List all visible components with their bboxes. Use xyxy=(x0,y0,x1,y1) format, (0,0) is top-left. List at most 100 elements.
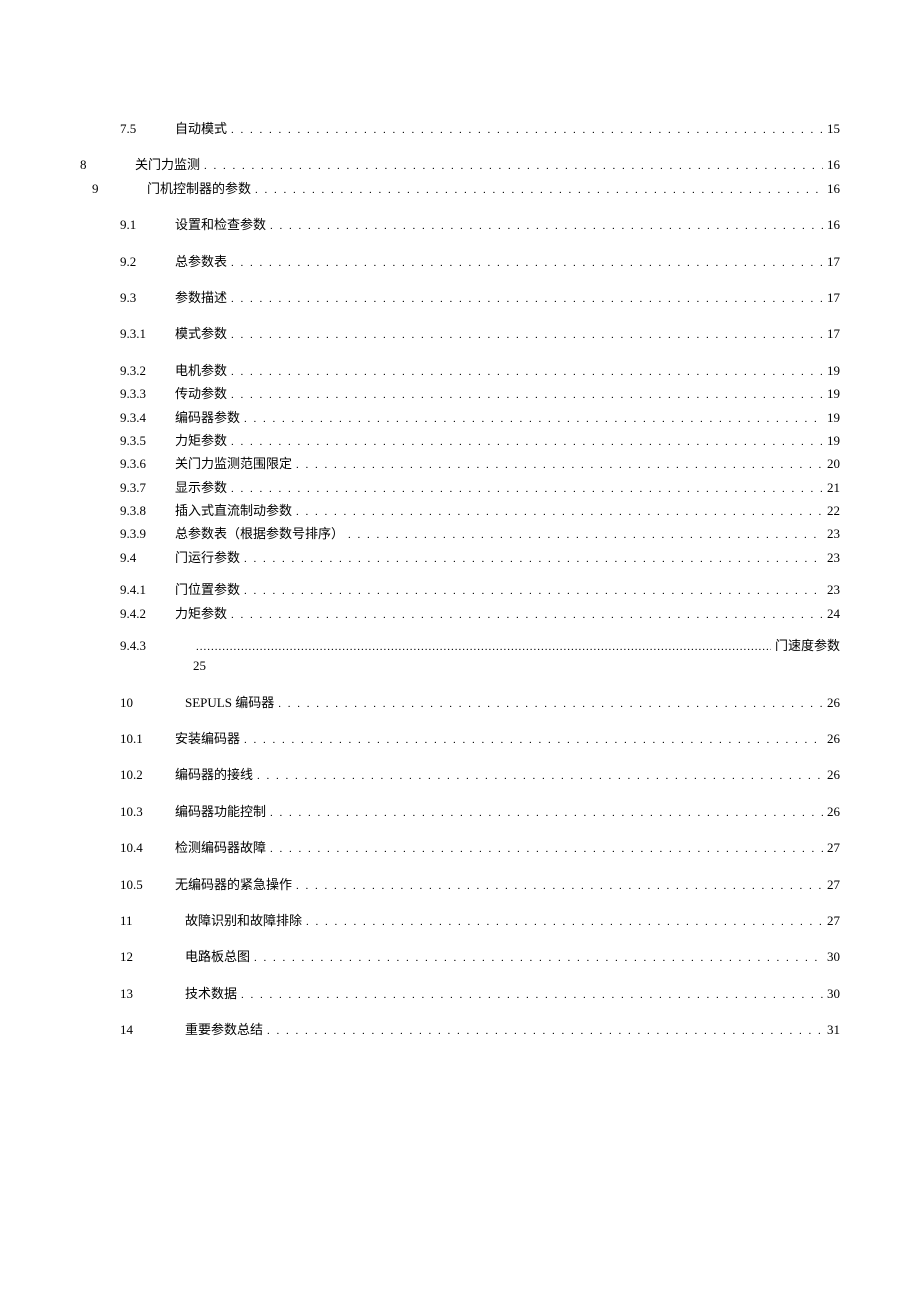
toc-leader-dots xyxy=(296,458,823,473)
toc-number: 10.3 xyxy=(120,803,175,821)
toc-number: 13 xyxy=(120,985,185,1003)
toc-entry-9.4.3: 9.4.3 门速度参数 xyxy=(80,637,840,655)
toc-title: 力矩参数 xyxy=(175,605,227,623)
toc-entry: 8关门力监测 16 xyxy=(80,156,840,174)
toc-title: 安装编码器 xyxy=(175,730,240,748)
toc-title: 显示参数 xyxy=(175,479,227,497)
toc-title: 门速度参数 xyxy=(775,637,840,655)
toc-page-number: 23 xyxy=(827,549,840,567)
toc-entry: 9.3.7显示参数 21 xyxy=(80,479,840,497)
toc-number: 9 xyxy=(92,180,147,198)
toc-page-number: 27 xyxy=(827,912,840,930)
toc-leader-dots xyxy=(267,1024,823,1039)
toc-leader-dots xyxy=(296,879,823,894)
toc-number: 8 xyxy=(80,156,135,174)
toc-entry: 9.3.6关门力监测范围限定 20 xyxy=(80,455,840,473)
toc-title: 门机控制器的参数 xyxy=(147,180,251,198)
toc-title: 总参数表（根据参数号排序） xyxy=(175,525,344,543)
toc-page-number: 17 xyxy=(827,325,840,343)
toc-entry: 14重要参数总结 31 xyxy=(80,1021,840,1039)
toc-title: 插入式直流制动参数 xyxy=(175,502,292,520)
toc-title: 关门力监测范围限定 xyxy=(175,455,292,473)
toc-number: 14 xyxy=(120,1021,185,1039)
toc-page-number: 30 xyxy=(827,985,840,1003)
toc-entry: 9.4门运行参数23 xyxy=(80,549,840,567)
toc-title: 编码器功能控制 xyxy=(175,803,266,821)
toc-entry: 9.4.1 门位置参数 23 xyxy=(80,581,840,599)
toc-number: 9.4.3 xyxy=(120,637,192,655)
toc-number: 9.4 xyxy=(120,549,175,567)
toc-page-number: 16 xyxy=(827,156,840,174)
toc-number: 9.3.6 xyxy=(120,455,175,473)
toc-entry: 9门机控制器的参数 16 xyxy=(80,180,840,198)
toc-page-number: 19 xyxy=(827,432,840,450)
toc-entry: 9.3.5力矩参数 19 xyxy=(80,432,840,450)
toc-page-number: 31 xyxy=(827,1021,840,1039)
toc-number: 9.4.1 xyxy=(120,581,175,599)
toc-entry: 9.3.4编码器参数 19 xyxy=(80,409,840,427)
toc-title: 关门力监测 xyxy=(135,156,200,174)
toc-entry: 10.3编码器功能控制26 xyxy=(80,803,840,821)
toc-entry: 7.5自动模式 15 xyxy=(80,120,840,138)
toc-entry: 12电路板总图30 xyxy=(80,948,840,966)
toc-title: 无编码器的紧急操作 xyxy=(175,876,292,894)
toc-title: 重要参数总结 xyxy=(185,1021,263,1039)
toc-title: 故障识别和故障排除 xyxy=(185,912,302,930)
toc-entry: 9.3参数描述17 xyxy=(80,289,840,307)
toc-leader-dots xyxy=(231,328,823,343)
toc-leader-dots xyxy=(254,951,823,966)
toc-title: 设置和检查参数 xyxy=(175,216,266,234)
toc-leader-dots xyxy=(278,697,823,712)
toc-number: 9.3.5 xyxy=(120,432,175,450)
toc-leader-dots xyxy=(255,183,823,198)
toc-entry: 10.2编码器的接线26 xyxy=(80,766,840,784)
toc-title: 传动参数 xyxy=(175,385,227,403)
toc-title: 检测编码器故障 xyxy=(175,839,266,857)
toc-title: 参数描述 xyxy=(175,289,227,307)
toc-page-number: 25 xyxy=(80,657,840,675)
toc-entry: 9.3.9总参数表（根据参数号排序） 23 xyxy=(80,525,840,543)
toc-entry: 9.3.8插入式直流制动参数 22 xyxy=(80,502,840,520)
toc-title: 模式参数 xyxy=(175,325,227,343)
toc-number: 9.3.3 xyxy=(120,385,175,403)
toc-leader-dots xyxy=(270,806,823,821)
toc-leader-dots xyxy=(296,505,823,520)
toc-title: 门位置参数 xyxy=(175,581,240,599)
toc-page-number: 26 xyxy=(827,766,840,784)
toc-leader-dots xyxy=(196,640,771,655)
toc-leader-dots xyxy=(306,915,823,930)
toc-page-number: 21 xyxy=(827,479,840,497)
toc-number: 7.5 xyxy=(120,120,175,138)
toc-number: 9.3.2 xyxy=(120,362,175,380)
toc-page-number: 15 xyxy=(827,120,840,138)
toc-number: 10.1 xyxy=(120,730,175,748)
toc-page-number: 24 xyxy=(827,605,840,623)
toc-leader-dots xyxy=(270,842,823,857)
toc-title: 电机参数 xyxy=(175,362,227,380)
toc-title: SEPULS 编码器 xyxy=(185,694,274,712)
toc-page-number: 30 xyxy=(827,948,840,966)
toc-leader-dots xyxy=(204,159,823,174)
toc-entry: 10.4检测编码器故障27 xyxy=(80,839,840,857)
toc-page-number: 22 xyxy=(827,502,840,520)
toc-page-number: 16 xyxy=(827,180,840,198)
toc-entry: 9.3.1模式参数17 xyxy=(80,325,840,343)
toc-page-number: 17 xyxy=(827,253,840,271)
toc-page-number: 26 xyxy=(827,694,840,712)
toc-page-number: 27 xyxy=(827,839,840,857)
toc-leader-dots xyxy=(270,219,823,234)
toc-entry: 11故障识别和故障排除27 xyxy=(80,912,840,930)
toc-number: 9.2 xyxy=(120,253,175,271)
toc-page-number: 26 xyxy=(827,730,840,748)
toc-leader-dots xyxy=(244,733,823,748)
toc-entry: 10.1安装编码器 26 xyxy=(80,730,840,748)
toc-page-number: 17 xyxy=(827,289,840,307)
toc-leader-dots xyxy=(244,412,823,427)
toc-page-number: 19 xyxy=(827,409,840,427)
toc-leader-dots xyxy=(231,608,823,623)
toc-number: 9.3.9 xyxy=(120,525,175,543)
toc-page-number: 23 xyxy=(827,581,840,599)
toc-title: 自动模式 xyxy=(175,120,227,138)
toc-number: 9.1 xyxy=(120,216,175,234)
toc-leader-dots xyxy=(244,552,823,567)
